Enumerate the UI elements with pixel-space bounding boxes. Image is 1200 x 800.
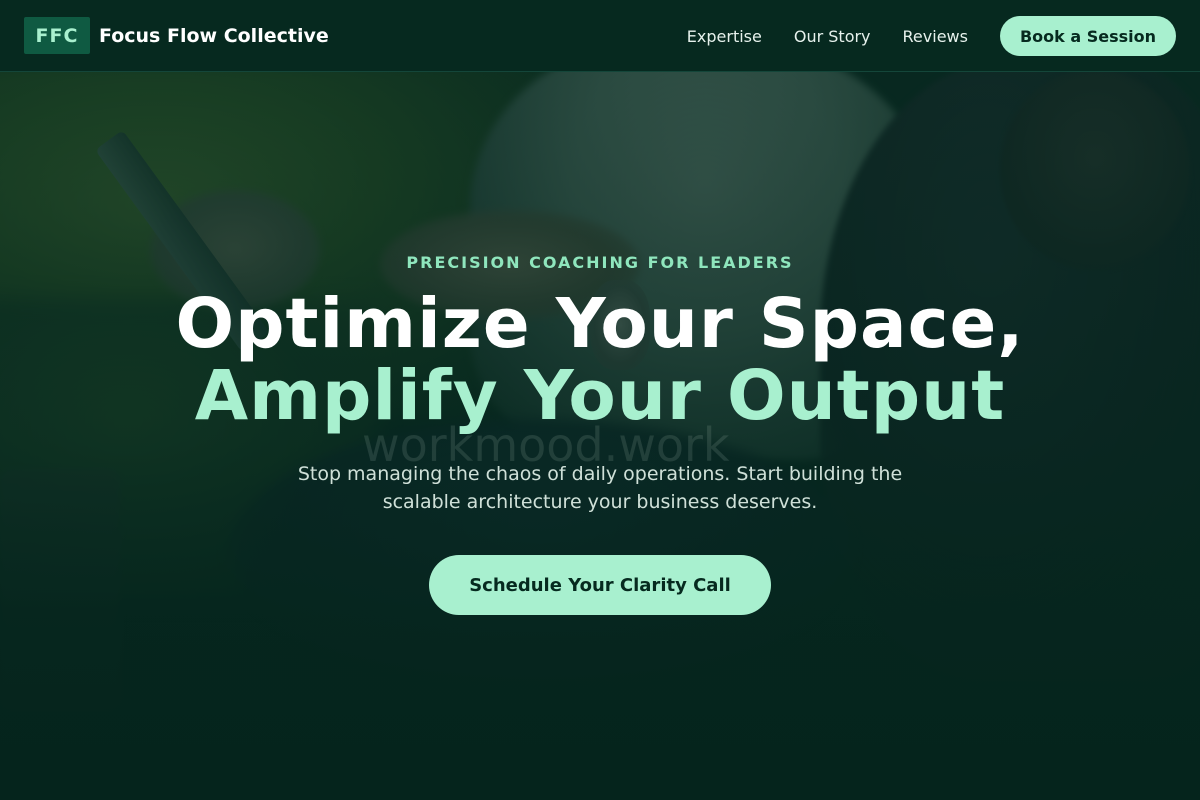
logo-link[interactable]: FFC Focus Flow Collective bbox=[24, 17, 329, 54]
site-header: FFC Focus Flow Collective Expertise Our … bbox=[0, 0, 1200, 72]
logo-badge: FFC bbox=[24, 17, 90, 54]
hero-headline: Optimize Your Space, Amplify Your Output bbox=[0, 288, 1200, 432]
main-nav: Expertise Our Story Reviews Book a Sessi… bbox=[687, 16, 1176, 56]
schedule-clarity-call-button[interactable]: Schedule Your Clarity Call bbox=[429, 555, 771, 615]
headline-line-2: Amplify Your Output bbox=[194, 356, 1006, 436]
hero-eyebrow: PRECISION COACHING FOR LEADERS bbox=[406, 253, 794, 272]
nav-link-reviews[interactable]: Reviews bbox=[903, 27, 968, 46]
hero-subtext: Stop managing the chaos of daily operati… bbox=[297, 463, 903, 513]
nav-link-our-story[interactable]: Our Story bbox=[794, 27, 871, 46]
headline-line-1: Optimize Your Space, bbox=[175, 284, 1025, 364]
nav-link-expertise[interactable]: Expertise bbox=[687, 27, 762, 46]
brand-name: Focus Flow Collective bbox=[99, 24, 329, 47]
landing-page: workmood.work FFC Focus Flow Collective … bbox=[0, 0, 1200, 800]
book-session-button[interactable]: Book a Session bbox=[999, 16, 1176, 56]
